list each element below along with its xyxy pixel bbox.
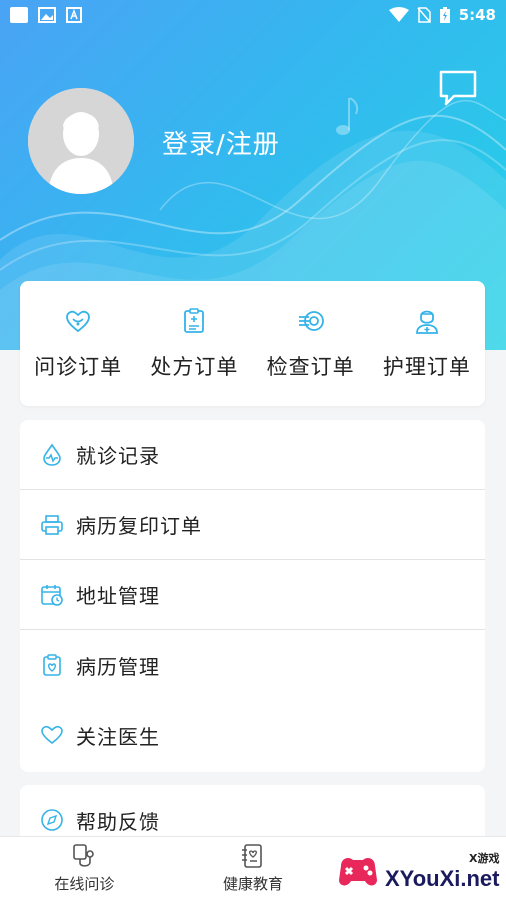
order-label: 处方订单 xyxy=(150,354,239,379)
orders-card: 问诊订单 处方订单 检查订单 护理订单 xyxy=(20,281,485,406)
tab-label: 在线问诊 xyxy=(54,875,115,893)
image-icon xyxy=(38,7,56,23)
consultation-icon xyxy=(66,310,91,332)
watermark-logo: X游戏 XYouXi.net xyxy=(335,842,506,900)
book-icon xyxy=(242,844,262,868)
tab-health-education[interactable]: 健康教育 xyxy=(169,837,338,900)
menu-item-followed-doctors[interactable]: 关注医生 xyxy=(20,700,485,770)
tab-label: 健康教育 xyxy=(223,875,284,893)
clipboard-heart-icon xyxy=(43,654,61,676)
menu-label: 病历管理 xyxy=(76,654,160,679)
status-bar: 5:48 xyxy=(0,0,506,30)
compass-icon xyxy=(41,809,63,831)
text-a-icon xyxy=(66,7,82,23)
gamepad-logo-icon xyxy=(339,858,377,886)
menu-label: 帮助反馈 xyxy=(76,809,160,834)
tab-online-consultation[interactable]: 在线问诊 xyxy=(0,837,169,900)
message-icon[interactable] xyxy=(438,68,478,108)
nursing-icon xyxy=(415,310,438,334)
wifi-icon xyxy=(388,7,409,22)
settings-menu: 就诊记录 病历复印订单 地址管理 病历管理 关注医生 xyxy=(20,420,485,772)
heartbeat-drop-icon xyxy=(43,443,61,466)
menu-label: 地址管理 xyxy=(76,584,160,608)
order-consultation[interactable]: 问诊订单 xyxy=(20,307,136,381)
battery-icon xyxy=(439,7,450,23)
examination-icon xyxy=(298,310,324,331)
order-label: 检查订单 xyxy=(266,354,355,379)
order-prescription[interactable]: 处方订单 xyxy=(136,307,252,381)
menu-item-visit-records[interactable]: 就诊记录 xyxy=(20,420,485,490)
notification-square-icon xyxy=(10,7,28,23)
menu-label: 关注医生 xyxy=(76,724,160,749)
no-sim-icon xyxy=(417,7,431,23)
music-note-icon xyxy=(336,97,359,135)
printer-icon xyxy=(41,514,63,535)
default-avatar-icon xyxy=(28,88,134,194)
login-register-link[interactable]: 登录/注册 xyxy=(162,124,280,161)
menu-label: 病历复印订单 xyxy=(76,514,202,538)
order-examination[interactable]: 检查订单 xyxy=(253,307,369,381)
watermark-small-text: X游戏 xyxy=(469,852,500,865)
stethoscope-icon xyxy=(73,844,95,867)
avatar[interactable] xyxy=(28,88,134,194)
order-label: 问诊订单 xyxy=(34,354,123,379)
order-nursing[interactable]: 护理订单 xyxy=(369,307,485,381)
menu-label: 就诊记录 xyxy=(76,444,160,468)
heart-icon xyxy=(41,725,63,745)
order-label: 护理订单 xyxy=(382,354,471,379)
watermark-big-text: XYouXi.net xyxy=(385,866,500,891)
prescription-icon xyxy=(184,307,205,333)
menu-item-record-management[interactable]: 病历管理 xyxy=(20,630,485,700)
menu-item-record-copy-orders[interactable]: 病历复印订单 xyxy=(20,490,485,560)
status-time: 5:48 xyxy=(458,6,496,24)
menu-item-address-management[interactable]: 地址管理 xyxy=(20,560,485,630)
calendar-clock-icon xyxy=(41,584,63,606)
